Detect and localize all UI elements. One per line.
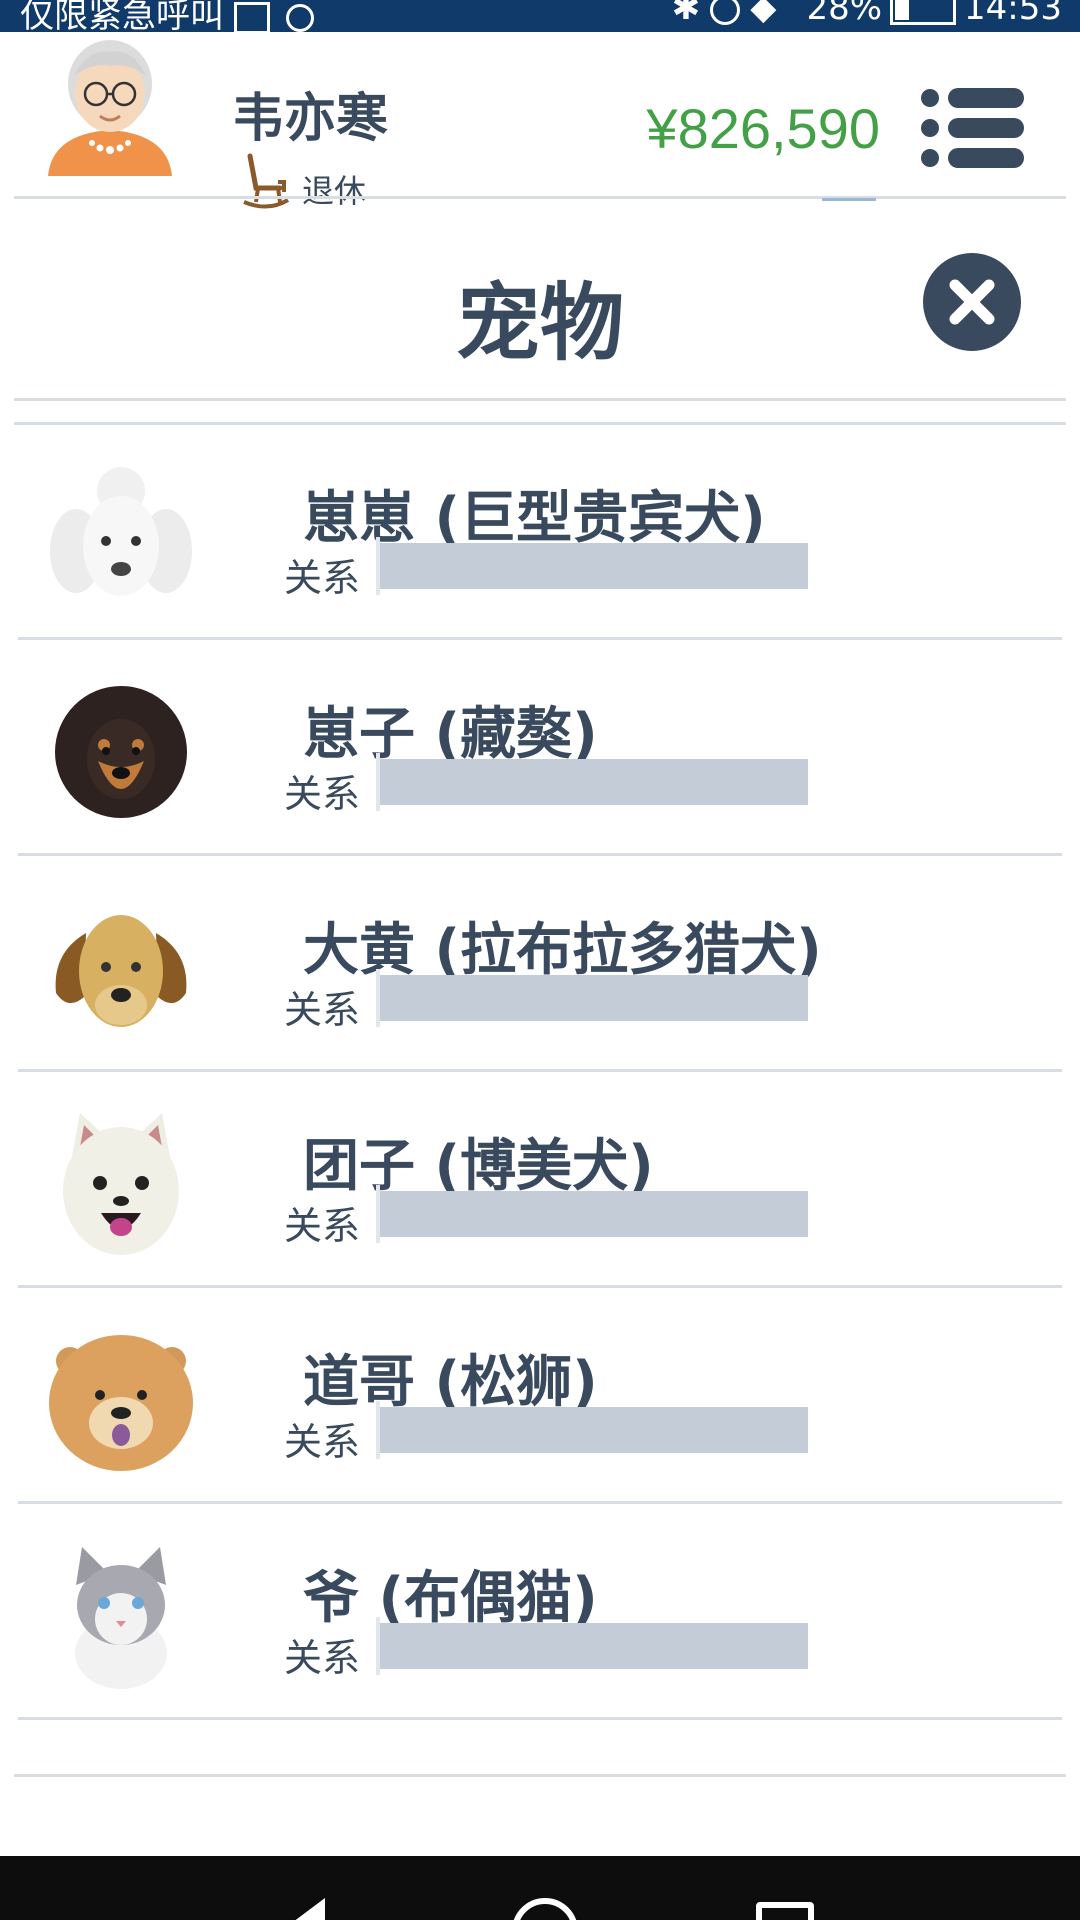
battery-percent: 28% [806, 0, 883, 28]
row-divider [18, 637, 1062, 640]
row-divider [18, 1501, 1062, 1504]
header-divider [14, 196, 1066, 199]
title-divider [14, 398, 1066, 401]
relation-bar [376, 1185, 808, 1243]
relation-label: 关系 [284, 772, 361, 816]
relation-label: 关系 [284, 556, 361, 600]
row-divider [18, 1717, 1062, 1720]
notification-icon [234, 1, 270, 32]
pet-name: 爷 (布偶猫) [303, 1566, 598, 1631]
relation-bar [376, 1401, 808, 1459]
relation-fill [376, 753, 380, 811]
close-icon[interactable] [922, 252, 1022, 352]
back-icon[interactable] [285, 1898, 325, 1920]
page-title: 宠物 [455, 274, 624, 372]
menu-list-icon[interactable] [920, 88, 1024, 168]
relation-label: 关系 [284, 1636, 361, 1680]
grandmother-avatar[interactable] [48, 32, 172, 176]
status-right: ✱ ◆ 28% 14:53 [672, 0, 1062, 28]
list-bottom-divider [14, 1774, 1066, 1777]
alarm-icon [710, 0, 741, 25]
home-icon[interactable] [512, 1898, 578, 1920]
pet-name: 崽子 (藏獒) [303, 702, 598, 767]
carrier-text: 仅限紧急呼叫 [20, 0, 224, 32]
relation-fill [376, 1185, 380, 1243]
profile-header: 韦亦寒 退休 ¥826,590 [0, 32, 1080, 210]
poodle-icon [50, 467, 192, 596]
pet-name: 道哥 (松狮) [303, 1350, 598, 1415]
pet-row-6[interactable]: 爷 (布偶猫) 关系 [18, 1505, 1062, 1720]
relation-fill [376, 537, 380, 595]
status-bar: 仅限紧急呼叫 ✱ ◆ 28% 14:53 [0, 0, 1080, 32]
pet-name: 大黄 (拉布拉多猎犬) [303, 918, 822, 983]
relation-fill [376, 1401, 380, 1459]
pomeranian-icon [63, 1113, 179, 1255]
status-left: 仅限紧急呼叫 [20, 0, 314, 32]
bluetooth-icon: ✱ [671, 0, 701, 28]
relation-bar [376, 753, 808, 811]
relation-fill [376, 1617, 380, 1675]
pet-row-4[interactable]: 团子 (博美犬) 关系 [18, 1073, 1062, 1288]
pet-row-1[interactable]: 崽崽 (巨型贵宾犬) 关系 [18, 425, 1062, 640]
row-divider [18, 1285, 1062, 1288]
user-status: 退休 [302, 172, 367, 210]
sync-icon [286, 3, 314, 32]
relation-bar [376, 537, 808, 595]
relation-bar [376, 1617, 808, 1675]
row-divider [18, 853, 1062, 856]
pet-row-5[interactable]: 道哥 (松狮) 关系 [18, 1289, 1062, 1504]
money-balance: ¥826,590 [646, 97, 880, 160]
labrador-icon [55, 915, 187, 1027]
pet-row-3[interactable]: 大黄 (拉布拉多猎犬) 关系 [18, 857, 1062, 1072]
relation-label: 关系 [284, 1420, 361, 1464]
tab-indicator [822, 198, 876, 201]
pet-name: 崽崽 (巨型贵宾犬) [303, 486, 766, 551]
pet-row-2[interactable]: 崽子 (藏獒) 关系 [18, 641, 1062, 856]
clock: 14:53 [964, 0, 1062, 28]
pet-name: 团子 (博美犬) [303, 1134, 654, 1199]
recent-apps-icon[interactable] [756, 1902, 814, 1920]
relation-bar [376, 969, 808, 1027]
chow-chow-icon [49, 1335, 193, 1471]
battery-icon [890, 0, 957, 25]
relation-fill [376, 969, 380, 1027]
system-nav-bar [0, 1856, 1080, 1920]
ragdoll-cat-icon [75, 1547, 167, 1689]
row-divider [18, 1069, 1062, 1072]
relation-label: 关系 [284, 988, 361, 1032]
wifi-icon: ◆ [750, 0, 777, 28]
user-name: 韦亦寒 [232, 89, 389, 149]
relation-label: 关系 [284, 1204, 361, 1248]
mastiff-icon [55, 686, 187, 818]
rocking-chair-icon [243, 153, 290, 209]
